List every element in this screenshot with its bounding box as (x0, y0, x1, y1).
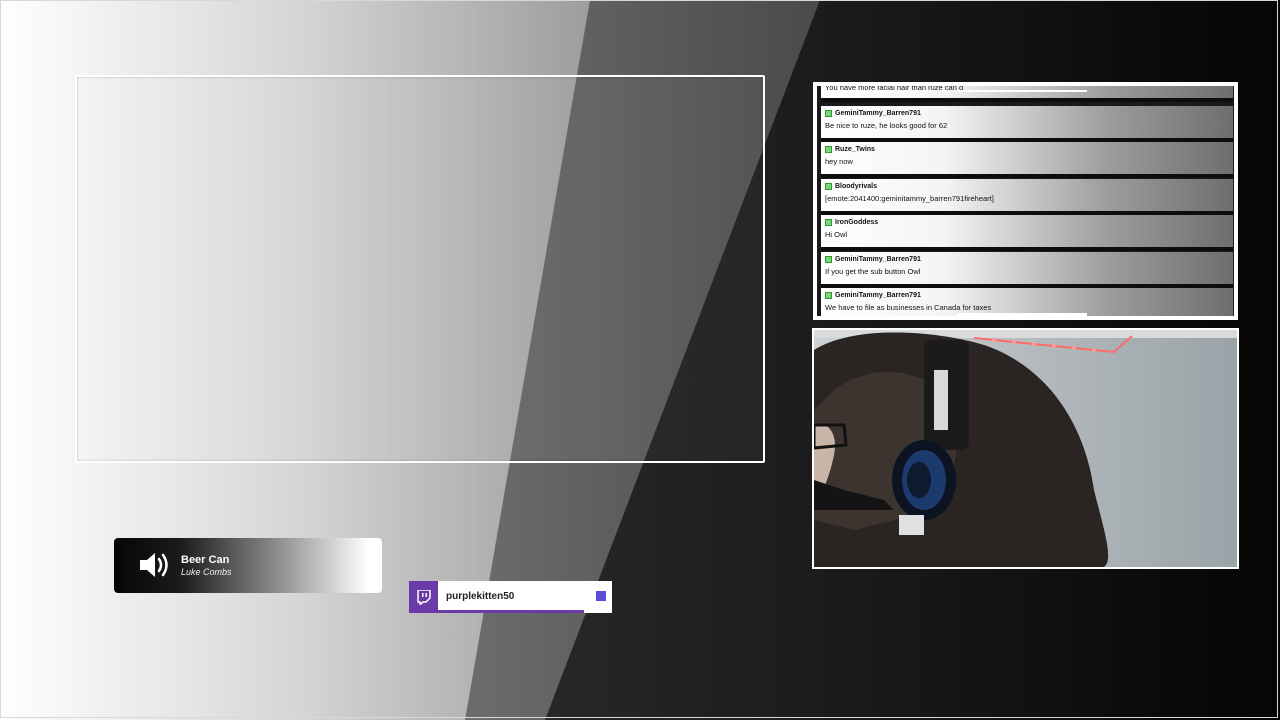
chat-message-text: Hi Owl (825, 230, 848, 239)
chat-username: Bloodyrivals (825, 183, 877, 190)
chat-badge-icon (825, 292, 832, 299)
chat-username: GeminiTammy_Barren791 (825, 256, 921, 263)
webcam-frame (812, 328, 1239, 569)
chat-message: You have more facial hair than ruze can … (821, 83, 1233, 102)
chat-message-text: If you get the sub button Owl (825, 267, 921, 276)
speaker-icon (140, 553, 168, 577)
chat-message: GeminiTammy_Barren791 Be nice to ruze, h… (821, 106, 1233, 142)
chat-username: GeminiTammy_Barren791 (825, 110, 921, 117)
chat-panel: You have more facial hair than ruze can … (813, 82, 1238, 320)
chat-message: Bloodyrivals [emote:2041400:geminitammy_… (821, 179, 1233, 215)
chat-message: Ruze_Twins hey now (821, 142, 1233, 178)
chat-badge-icon (825, 256, 832, 263)
follower-indicator (596, 591, 606, 601)
chat-message-text: You have more facial hair than ruze can … (825, 83, 964, 92)
latest-follower-widget: purplekitten50 (409, 581, 612, 613)
now-playing-widget: Beer Can Luke Combs (114, 538, 382, 593)
follower-name: purplekitten50 (446, 591, 515, 602)
chat-message-text: Be nice to ruze, he looks good for 62 (825, 121, 948, 130)
chat-message-text: [emote:2041400:geminitammy_barren791fire… (825, 194, 994, 203)
twitch-icon (409, 581, 438, 613)
webcam-image (814, 330, 1237, 567)
song-title: Beer Can (181, 554, 230, 566)
chat-badge-icon (825, 146, 832, 153)
chat-badge-icon (825, 219, 832, 226)
chat-message-text: We have to file as businesses in Canada … (825, 303, 992, 312)
chat-username: IronGoddess (825, 219, 878, 226)
song-artist: Luke Combs (181, 567, 232, 577)
chat-message: IronGoddess Hi Owl (821, 215, 1233, 251)
follower-progress-bar (409, 610, 584, 613)
chat-bottom-accent (957, 313, 1087, 316)
chat-badge-icon (825, 183, 832, 190)
game-capture-frame (75, 75, 765, 463)
chat-username: Ruze_Twins (825, 146, 875, 153)
chat-username: GeminiTammy_Barren791 (825, 292, 921, 299)
chat-message: GeminiTammy_Barren791 If you get the sub… (821, 252, 1233, 288)
chat-message-text: hey now (825, 157, 853, 166)
chat-top-accent (957, 90, 1087, 92)
chat-badge-icon (825, 110, 832, 117)
